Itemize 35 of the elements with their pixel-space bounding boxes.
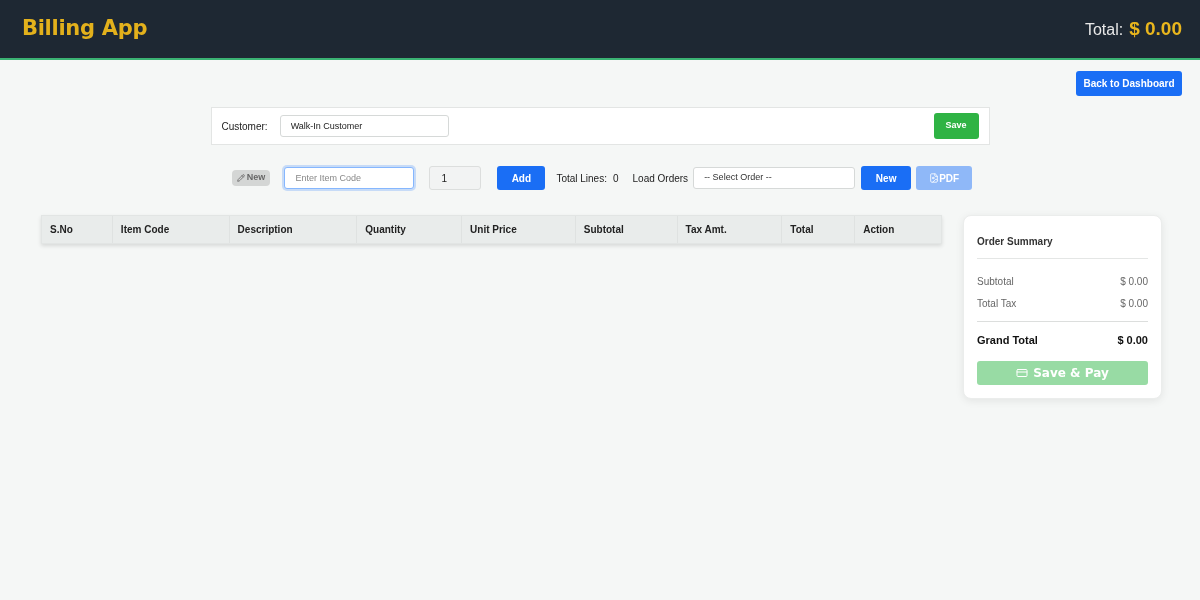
credit-card-icon [1016,366,1029,379]
column-header: Action [854,216,941,243]
column-header: Description [228,216,357,243]
customer-field[interactable]: Walk-In Customer [279,115,449,137]
total-lines-count: 0 [612,171,619,186]
order-select[interactable]: -- Select Order -- [693,167,856,189]
save-button[interactable]: Save [933,113,979,139]
file-icon [929,173,940,183]
grand-total-label: Grand Total [977,333,1038,348]
grand-total-value: $ 0.00 [1117,333,1148,348]
back-to-dashboard-button[interactable]: Back to Dashboard [1076,71,1182,96]
quantity-field[interactable]: 1 [429,166,482,190]
pencil-icon [236,174,245,182]
item-code-field[interactable]: Enter Item Code [284,167,415,189]
column-header: Item Code [111,216,229,243]
summary-value: $ 0.00 [1120,297,1148,311]
customer-label: Customer: [221,119,268,134]
total-value: $ 0.00 [1129,16,1182,41]
summary-label: Total Tax [977,297,1017,311]
column-header: Total [781,216,855,243]
column-header: Subtotal [574,216,677,243]
column-header: Tax Amt. [676,216,782,243]
summary-label: Subtotal [977,275,1014,289]
total-label: Total: [1084,19,1124,40]
column-header: Quantity [356,216,462,243]
load-orders-label: Load Orders [632,171,689,186]
summary-value: $ 0.00 [1120,275,1148,289]
total-lines-label: Total Lines: [556,171,607,186]
new-badge: New [231,170,271,186]
column-header: S.No [49,223,74,237]
order-summary-title: Order Summary [977,236,1053,247]
new-order-button[interactable]: New [861,166,912,190]
column-header: Unit Price [461,216,575,243]
app-title: Billing App [22,15,148,43]
add-button[interactable]: Add [497,166,546,190]
